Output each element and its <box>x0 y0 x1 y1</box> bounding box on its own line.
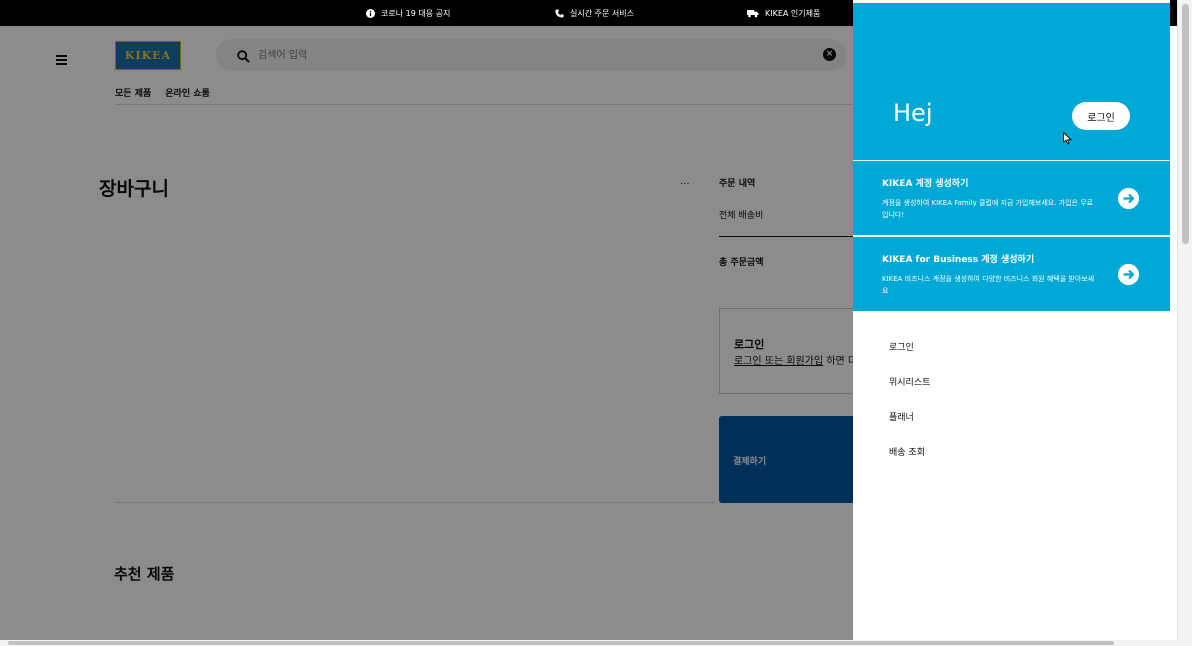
greeting-text: Hej <box>893 99 933 127</box>
covid-notice-label: 코로나 19 대응 공지 <box>381 9 451 18</box>
menu-item-login[interactable]: 로그인 <box>889 340 930 353</box>
business-account-title: KIKEA for Business 계정 생성하기 <box>882 255 1035 265</box>
drawer-header: Hej 로그인 <box>853 0 1170 160</box>
business-account-card[interactable]: KIKEA for Business 계정 생성하기 KIKEA 비즈니스 계정… <box>853 236 1170 311</box>
popular-products-label: KIKEA 인기제품 <box>765 9 821 18</box>
create-account-desc: 계정을 생성하여 KIKEA Family 클럽에 지금 가입해보세요. 가입은… <box>882 199 1094 219</box>
popular-products-link[interactable]: KIKEA 인기제품 <box>747 8 820 19</box>
horizontal-scroll-thumb[interactable] <box>8 641 1114 645</box>
mouse-cursor-icon <box>1063 130 1073 149</box>
arrow-right-icon[interactable] <box>1118 264 1139 285</box>
menu-item-wishlist[interactable]: 위시리스트 <box>889 375 930 388</box>
covid-notice-link[interactable]: 코로나 19 대응 공지 <box>366 8 450 19</box>
horizontal-scrollbar[interactable] <box>0 640 1192 646</box>
account-drawer: Hej 로그인 KIKEA 계정 생성하기 계정을 생성하여 KIKEA Fam… <box>853 0 1170 640</box>
vertical-scrollbar[interactable] <box>1177 0 1192 640</box>
drawer-menu: 로그인 위시리스트 플래너 배송 조회 <box>889 340 930 480</box>
realtime-order-link[interactable]: 실시간 주문 서비스 <box>555 8 634 19</box>
menu-item-planner[interactable]: 플래너 <box>889 410 930 423</box>
vertical-scroll-thumb[interactable] <box>1182 4 1189 244</box>
create-account-title: KIKEA 계정 생성하기 <box>882 179 969 189</box>
truck-icon <box>747 9 759 18</box>
arrow-right-icon[interactable] <box>1118 188 1139 209</box>
dim-overlay[interactable] <box>0 26 853 646</box>
business-account-desc: KIKEA 비즈니스 계정을 생성하여 다양한 비즈니스 회원 혜택을 받아보세… <box>882 275 1095 295</box>
phone-icon <box>555 9 564 18</box>
realtime-order-label: 실시간 주문 서비스 <box>570 9 634 18</box>
create-account-card[interactable]: KIKEA 계정 생성하기 계정을 생성하여 KIKEA Family 클럽에 … <box>853 160 1170 235</box>
info-icon <box>366 9 375 18</box>
drawer-login-button[interactable]: 로그인 <box>1072 102 1130 130</box>
menu-item-delivery-tracking[interactable]: 배송 조회 <box>889 445 930 458</box>
